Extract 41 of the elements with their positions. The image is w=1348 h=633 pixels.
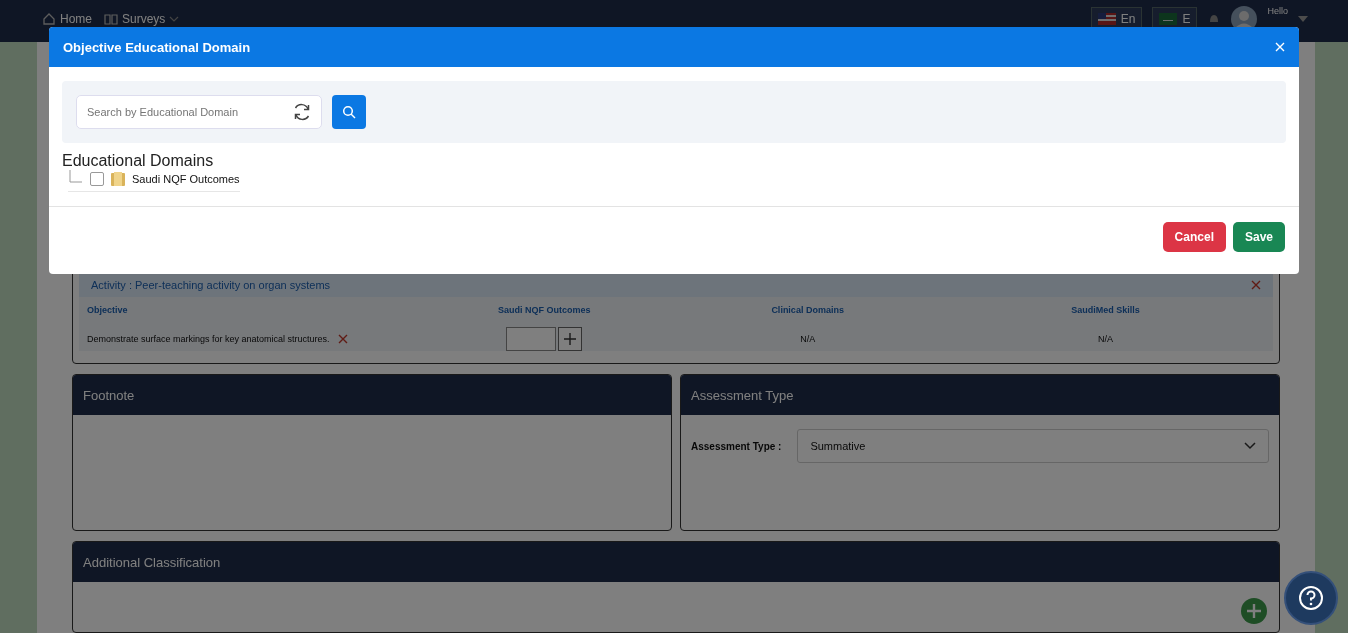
column-header: SaudiMed Skills xyxy=(1070,305,1141,315)
search-icon xyxy=(342,105,356,119)
field-label: Assessment Type : xyxy=(691,440,782,452)
remove-icon[interactable] xyxy=(337,334,348,344)
assessment-select[interactable]: Summative xyxy=(797,429,1269,463)
column-header: Objective xyxy=(87,305,128,315)
greeting-text: Hello xyxy=(1267,6,1288,16)
table-cell-text: N/A xyxy=(799,334,817,344)
home-icon xyxy=(42,12,56,26)
nav-link[interactable]: Home xyxy=(42,12,92,26)
add-icon[interactable] xyxy=(1241,598,1267,624)
add-button[interactable] xyxy=(558,327,583,351)
folder-icon xyxy=(110,171,126,187)
section-title: Educational Domains xyxy=(62,152,215,170)
caret-icon[interactable] xyxy=(1298,16,1308,22)
close-icon[interactable] xyxy=(1251,280,1261,290)
search-field[interactable]: Search by Educational Domain xyxy=(76,95,322,129)
card-title: Footnote xyxy=(83,387,135,403)
plus-icon xyxy=(563,332,578,346)
card-title: Assessment Type xyxy=(691,387,794,403)
table-cell-text: N/A xyxy=(1097,334,1115,344)
column-header: Clinical Domains xyxy=(770,305,845,315)
cancel-button[interactable]: Cancel xyxy=(1162,222,1226,252)
search-button[interactable] xyxy=(332,95,366,129)
activity-title: Activity : Peer-teaching activity on organ systems xyxy=(91,279,331,291)
flag-icon xyxy=(1159,13,1178,25)
help-icon xyxy=(1298,585,1324,611)
chevron-down-icon xyxy=(1244,442,1256,450)
tree-item[interactable]: Saudi NQF Outcomes xyxy=(132,173,240,185)
objective-text: Demonstrate surface markings for key anatomical structures. xyxy=(87,334,330,344)
refresh-icon[interactable] xyxy=(292,102,312,122)
chevron-down-icon xyxy=(169,15,180,23)
card-title: Additional Classification xyxy=(83,554,221,570)
flag-icon xyxy=(1097,13,1116,25)
dialog-title: Objective Educational Domain xyxy=(63,39,251,55)
outcome-field[interactable] xyxy=(506,327,557,351)
checkbox[interactable] xyxy=(90,172,104,186)
save-button[interactable]: Save xyxy=(1232,222,1285,252)
nav-link[interactable]: Surveys xyxy=(104,12,180,26)
column-header: Saudi NQF Outcomes xyxy=(497,305,592,315)
book-icon xyxy=(104,12,118,26)
